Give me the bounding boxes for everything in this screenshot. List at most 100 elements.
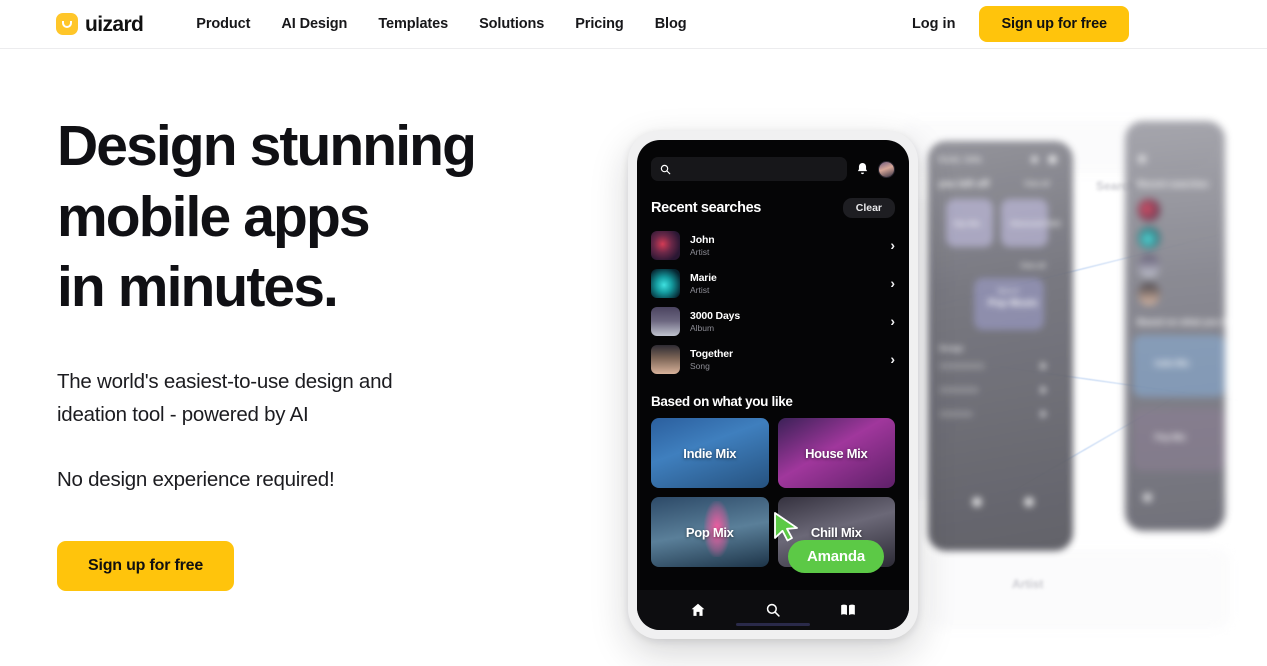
bg2-thumb-2 <box>1138 227 1160 249</box>
recent-searches-list: John Artist › Marie Artist › 3000 Days A… <box>651 226 895 378</box>
bg-tab-icon-1 <box>972 497 982 507</box>
bg-avatar <box>1048 155 1057 164</box>
bg-feature-small: Best of <box>998 289 1019 295</box>
page-title: Design stunning mobile apps in minutes. <box>57 111 577 323</box>
recent-searches-title: Recent searches <box>651 200 762 216</box>
brand-name: uizard <box>85 12 144 36</box>
chevron-right-icon: › <box>890 313 895 329</box>
landing-page: uizard Product AI Design Templates Solut… <box>0 0 1267 666</box>
mix-card-indie[interactable]: Indie Mix <box>651 418 769 488</box>
bg-feature-label: Pop Music <box>988 298 1039 309</box>
bg2-search-icon <box>1138 155 1146 163</box>
list-item-title: 3000 Days <box>690 309 741 322</box>
recent-searches-header: Recent searches Clear <box>651 198 895 218</box>
cursor-icon <box>774 512 798 542</box>
bg-play-icon-2 <box>1041 386 1047 394</box>
hero-subtitle-line-2: ideation tool - powered by AI <box>57 403 309 427</box>
nav-item-product[interactable]: Product <box>196 16 250 32</box>
home-indicator <box>736 623 810 626</box>
hero-signup-button[interactable]: Sign up for free <box>57 541 235 592</box>
mix-card-house[interactable]: House Mix <box>777 418 895 488</box>
chevron-right-icon: › <box>890 275 895 291</box>
ghost-label-artist: Artist <box>1012 577 1044 591</box>
list-item[interactable]: John Artist › <box>651 226 895 264</box>
login-link[interactable]: Log in <box>912 16 956 32</box>
hero-subtitle: The world's easiest-to-use design and id… <box>57 365 577 431</box>
mix-card-label: Chill Mix <box>810 524 862 540</box>
list-item-subtitle: Artist <box>690 246 710 257</box>
nav-item-pricing[interactable]: Pricing <box>575 16 624 32</box>
header-actions: Log in Sign up for free <box>912 6 1129 42</box>
bg-song-row-2 <box>939 387 979 393</box>
thumbnail-icon <box>651 230 680 260</box>
site-header: uizard Product AI Design Templates Solut… <box>0 0 1267 49</box>
brand-logo[interactable]: uizard <box>56 12 144 36</box>
book-icon[interactable] <box>840 602 856 618</box>
bg-view-all-1: View all <box>1024 181 1050 188</box>
avatar[interactable] <box>878 160 895 178</box>
list-item[interactable]: 3000 Days Album › <box>651 302 895 340</box>
search-icon[interactable] <box>765 602 781 618</box>
header-signup-button[interactable]: Sign up for free <box>979 6 1129 42</box>
hero-subtitle-line-1: The world's easiest-to-use design and <box>57 370 393 394</box>
home-icon[interactable] <box>690 602 706 618</box>
hero-section: Design stunning mobile apps in minutes. … <box>0 49 1267 666</box>
bg-chip-label-1: Hip Hits <box>954 221 981 228</box>
collaborator-cursor: Amanda <box>772 511 884 573</box>
headline-line-2: mobile apps <box>57 184 371 249</box>
search-icon <box>660 164 671 174</box>
bg-chip-label-2: Obsessed R&B <box>1010 221 1061 228</box>
headline-line-3: in minutes. <box>57 255 339 320</box>
thumbnail-icon <box>651 306 680 336</box>
recommendations-title: Based on what you like <box>651 394 793 409</box>
bg-section-title: you left off <box>938 179 990 190</box>
clear-button[interactable]: Clear <box>842 198 895 218</box>
nav-item-ai-design[interactable]: AI Design <box>281 16 347 32</box>
ghost-card-bottom <box>930 549 1230 629</box>
bottom-tab-bar <box>637 590 909 630</box>
bg-play-icon-3 <box>1041 410 1047 418</box>
list-item-title: John <box>690 233 715 246</box>
nav-item-templates[interactable]: Templates <box>378 16 448 32</box>
bell-icon[interactable] <box>856 162 869 176</box>
list-item-title: Marie <box>690 271 717 284</box>
mix-card-pop[interactable]: Pop Mix <box>651 497 769 567</box>
bg-play-icon-1 <box>1041 362 1047 370</box>
chevron-right-icon: › <box>890 237 895 253</box>
mix-card-label: Indie Mix <box>683 445 737 461</box>
uizard-logo-icon <box>56 13 78 35</box>
app-topbar <box>651 140 895 181</box>
list-item-subtitle: Song <box>690 360 710 371</box>
primary-nav: Product AI Design Templates Solutions Pr… <box>196 16 686 32</box>
bg2-tab-icon <box>1143 493 1152 502</box>
bg-tab-icon-2 <box>1024 497 1034 507</box>
bg-song-row-3 <box>939 411 973 417</box>
nav-item-solutions[interactable]: Solutions <box>479 16 544 32</box>
nav-item-blog[interactable]: Blog <box>655 16 687 32</box>
list-item-subtitle: Album <box>690 322 715 333</box>
bg2-thumb-3 <box>1138 255 1160 277</box>
bg-view-all-2: View all <box>1020 263 1046 270</box>
search-input[interactable] <box>651 157 847 181</box>
bg2-thumb-4 <box>1138 283 1160 305</box>
list-item-subtitle: Artist <box>690 284 710 295</box>
headline-line-1: Design stunning <box>57 114 477 178</box>
list-item[interactable]: Marie Artist › <box>651 264 895 302</box>
bg-song-row-1 <box>939 363 985 369</box>
bg2-card-label-2: Pop Mix <box>1155 433 1186 442</box>
bg2-recent-title: Recent searches <box>1137 179 1209 189</box>
thumbnail-icon <box>651 344 680 374</box>
product-showcase: Search Artist Good, Julia you left off V… <box>600 49 1267 666</box>
hero-note: No design experience required! <box>57 468 335 492</box>
background-phone-right: Recent searches Based on what you like I… <box>1125 121 1225 531</box>
list-item-title: Together <box>690 347 733 360</box>
bg-phone-header: Good, Julia <box>938 155 982 164</box>
hero-copy: Design stunning mobile apps in minutes. … <box>57 111 577 592</box>
bg2-card-label-1: Indie Mix <box>1155 359 1190 368</box>
bg2-based-title: Based on what you like <box>1137 317 1225 327</box>
list-item[interactable]: Together Song › <box>651 340 895 378</box>
mix-card-label: Pop Mix <box>685 524 734 540</box>
thumbnail-icon <box>651 268 680 298</box>
bg-bell-icon <box>1031 156 1038 163</box>
bg2-thumb-1 <box>1138 199 1160 221</box>
